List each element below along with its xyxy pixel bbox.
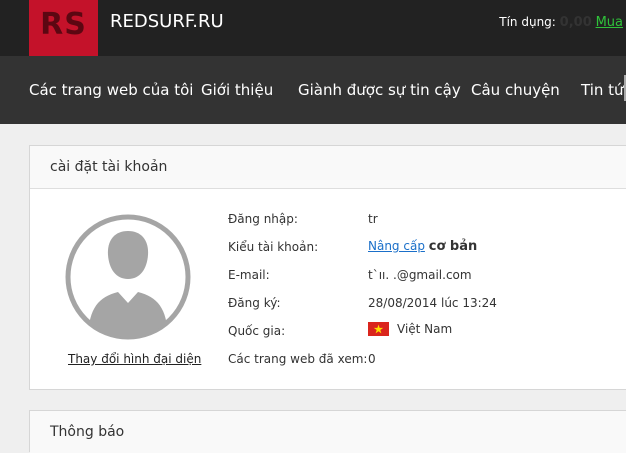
visited-sites-value: 0	[368, 352, 376, 366]
nav-my-sites[interactable]: Các trang web của tôi	[29, 81, 193, 99]
credit-label: Tín dụng:	[499, 15, 556, 29]
login-value: tr	[368, 212, 378, 226]
credit-info: Tín dụng: 0,00 Mua	[499, 15, 623, 30]
registered-label: Đăng ký:	[228, 296, 281, 310]
top-bar: RS REDSURF.RU Tín dụng: 0,00 Mua	[0, 0, 626, 56]
logo[interactable]: RS	[29, 0, 98, 56]
country-value: Việt Nam	[368, 322, 452, 336]
account-type-value: Nâng cấp cơ bản	[368, 239, 477, 254]
credit-value: 0,00	[559, 15, 592, 30]
visited-sites-label: Các trang web đã xem:	[228, 352, 368, 366]
email-value: t`ıı. .@gmail.com	[368, 268, 472, 282]
email-label: E-mail:	[228, 268, 270, 282]
registered-value: 28/08/2014 lúc 13:24	[368, 296, 497, 310]
change-avatar-link[interactable]: Thay đổi hình đại diện	[68, 352, 201, 366]
notifications-panel: Thông báo	[29, 410, 626, 453]
avatar-placeholder-icon[interactable]	[64, 213, 192, 341]
notifications-title: Thông báo	[30, 411, 626, 453]
buy-credit-link[interactable]: Mua	[596, 15, 623, 30]
country-name: Việt Nam	[397, 322, 453, 336]
brand-name[interactable]: REDSURF.RU	[110, 11, 224, 32]
vietnam-flag-icon	[368, 322, 389, 336]
nav-referrals[interactable]: Giới thiệu	[201, 81, 273, 99]
upgrade-link[interactable]: Nâng cấp	[368, 239, 425, 253]
nav-news[interactable]: Tin tức	[581, 81, 626, 99]
nav-stories[interactable]: Câu chuyện	[471, 81, 560, 99]
account-type: cơ bản	[428, 239, 478, 254]
nav-trust[interactable]: Giành được sự tin cậy	[298, 81, 461, 99]
country-label: Quốc gia:	[228, 324, 286, 338]
main-nav: Các trang web của tôi Giới thiệu Giành đ…	[0, 56, 626, 124]
account-type-label: Kiểu tài khoản:	[228, 240, 319, 254]
login-label: Đăng nhập:	[228, 212, 298, 226]
panel-title: cài đặt tài khoản	[30, 146, 626, 189]
